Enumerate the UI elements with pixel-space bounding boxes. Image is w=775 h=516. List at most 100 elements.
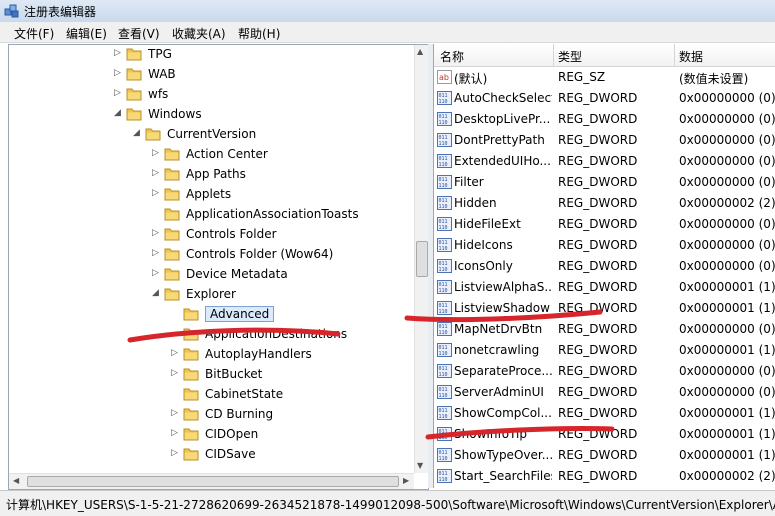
menu-item[interactable]: 收藏夹(A) (172, 25, 226, 42)
table-row[interactable]: 011 110 AutoCheckSelect REG_DWORD 0x00000000… (434, 88, 775, 109)
table-row[interactable]: 011 110 Filter REG_DWORD 0x00000000 (0) (434, 172, 775, 193)
binary-value-icon: 011110 (437, 259, 452, 273)
table-row[interactable]: 011 110 HideIcons REG_DWORD 0x00000000 (0) (434, 235, 775, 256)
value-type: REG_DWORD (558, 133, 638, 147)
value-data: 0x00000000 (0) (679, 364, 775, 378)
column-divider[interactable] (553, 44, 554, 66)
folder-open-icon (183, 308, 199, 321)
expand-arrow-icon[interactable]: ▷ (171, 428, 181, 438)
value-name: ListviewAlphaS... (454, 280, 552, 294)
value-name: SeparateProce... (454, 364, 552, 378)
tree-horizontal-scrollbar[interactable]: ◀ ▶ (9, 473, 414, 489)
table-row[interactable]: 011 110 IconsOnly REG_DWORD 0x00000000 (0) (434, 256, 775, 277)
table-row[interactable]: 011 110 SeparateProce... REG_DWORD 0x0000000… (434, 361, 775, 382)
collapse-arrow-icon[interactable]: ◢ (133, 128, 143, 138)
table-row[interactable]: 011 110 DesktopLivePr... REG_DWORD 0x0000000… (434, 109, 775, 130)
tree-vertical-scrollbar[interactable]: ▲ ▼ (414, 45, 428, 473)
tree-node-label: WAB (148, 67, 176, 81)
table-row[interactable]: 011 110 DontPrettyPath REG_DWORD 0x00000000 … (434, 130, 775, 151)
table-row[interactable]: 011 110 ShowInfoTip REG_DWORD 0x00000001 (1) (434, 424, 775, 445)
table-row[interactable]: 011 110 nonetcrawling REG_DWORD 0x00000001 (… (434, 340, 775, 361)
expand-arrow-icon[interactable]: ▷ (114, 68, 124, 78)
expand-arrow-icon[interactable]: ▷ (114, 88, 124, 98)
table-row[interactable]: 011 110 HideFileExt REG_DWORD 0x00000000 (0) (434, 214, 775, 235)
expand-arrow-icon[interactable]: ▷ (114, 48, 124, 58)
folder-icon (183, 388, 199, 401)
column-header-data[interactable]: 数据 (679, 48, 703, 65)
value-name: IconsOnly (454, 259, 513, 273)
binary-value-icon: 011110 (437, 112, 452, 126)
registry-key-tree[interactable]: ▷ TPG ▷ WAB ▷ wfs ◢ Windows ◢ CurrentVersion ▷ Acti… (8, 44, 429, 490)
binary-value-icon: 011110 (437, 322, 452, 336)
table-row[interactable]: 011 110 ListviewAlphaS... REG_DWORD 0x000000… (434, 277, 775, 298)
tree-vertical-scroll-thumb[interactable] (416, 241, 428, 277)
table-row[interactable]: 011 110 ServerAdminUI REG_DWORD 0x00000000 (… (434, 382, 775, 403)
table-row[interactable]: 011 110 Start_SearchFiles REG_DWORD 0x000000… (434, 466, 775, 487)
expand-arrow-icon[interactable]: ▷ (171, 368, 181, 378)
value-name: HideFileExt (454, 217, 521, 231)
value-type: REG_DWORD (558, 301, 638, 315)
expand-arrow-icon[interactable]: ▷ (152, 148, 162, 158)
folder-icon (164, 208, 180, 221)
tree-node-label: Explorer (186, 287, 236, 301)
scroll-down-arrow-icon[interactable]: ▼ (417, 461, 423, 470)
window-titlebar[interactable]: 注册表编辑器 (0, 0, 775, 23)
binary-value-icon: 011110 (437, 154, 452, 168)
string-value-icon: ab (437, 70, 452, 84)
expand-arrow-icon[interactable]: ▷ (171, 408, 181, 418)
table-row[interactable]: 011 110 Hidden REG_DWORD 0x00000002 (2) (434, 193, 775, 214)
value-type: REG_DWORD (558, 112, 638, 126)
registry-values-list[interactable]: 名称 类型 数据 ab (默认) REG_SZ (数值未设置) 011 110 AutoCh… (433, 44, 775, 488)
binary-value-icon: 011110 (437, 91, 452, 105)
scroll-up-arrow-icon[interactable]: ▲ (417, 47, 423, 56)
tree-node-label: CD Burning (205, 407, 274, 421)
binary-value-icon: 011110 (437, 238, 452, 252)
value-type: REG_DWORD (558, 196, 638, 210)
column-divider[interactable] (674, 44, 675, 66)
collapse-arrow-icon[interactable]: ◢ (114, 108, 124, 118)
collapse-arrow-icon[interactable]: ◢ (152, 288, 162, 298)
scroll-left-arrow-icon[interactable]: ◀ (13, 476, 19, 485)
list-header: 名称 类型 数据 (434, 44, 775, 67)
svg-text:110: 110 (439, 204, 448, 210)
menu-item[interactable]: 查看(V) (118, 25, 160, 42)
value-name: nonetcrawling (454, 343, 540, 357)
expand-arrow-icon[interactable]: ▷ (152, 188, 162, 198)
expand-arrow-icon[interactable]: ▷ (152, 228, 162, 238)
value-type: REG_DWORD (558, 91, 638, 105)
binary-value-icon: 011110 (437, 406, 452, 420)
scroll-right-arrow-icon[interactable]: ▶ (403, 476, 409, 485)
tree-node-label: Windows (148, 107, 202, 121)
value-type: REG_DWORD (558, 154, 638, 168)
folder-icon (183, 428, 199, 441)
tree-node-label: App Paths (186, 167, 246, 181)
column-header-type[interactable]: 类型 (558, 48, 582, 65)
status-bar: 计算机\HKEY_USERS\S-1-5-21-2728620699-26345… (0, 490, 775, 516)
expand-arrow-icon[interactable]: ▷ (152, 168, 162, 178)
value-name: Filter (454, 175, 484, 189)
folder-icon (164, 188, 180, 201)
table-row[interactable]: 011 110 ShowTypeOver... REG_DWORD 0x00000001… (434, 445, 775, 466)
table-row[interactable]: ab (默认) REG_SZ (数值未设置) (434, 67, 775, 88)
tree-node-label: Controls Folder (186, 227, 277, 241)
tree-node-label: CabinetState (205, 387, 284, 401)
value-name: DesktopLivePr... (454, 112, 551, 126)
menu-item[interactable]: 文件(F) (14, 25, 54, 42)
table-row[interactable]: 011 110 ShowCompCol... REG_DWORD 0x00000001 … (434, 403, 775, 424)
tree-horizontal-scroll-thumb[interactable] (27, 476, 399, 487)
menu-item[interactable]: 编辑(E) (66, 25, 107, 42)
table-row[interactable]: 011 110 ExtendedUIHo... REG_DWORD 0x00000000… (434, 151, 775, 172)
column-header-name[interactable]: 名称 (440, 48, 464, 65)
expand-arrow-icon[interactable]: ▷ (171, 448, 181, 458)
expand-arrow-icon[interactable]: ▷ (152, 268, 162, 278)
tree-node-label: CurrentVersion (167, 127, 257, 141)
tree-node-label: CIDSave (205, 447, 256, 461)
value-name: ShowInfoTip (454, 427, 528, 441)
value-data: 0x00000000 (0) (679, 322, 775, 336)
table-row[interactable]: 011 110 ListviewShadow REG_DWORD 0x00000001 … (434, 298, 775, 319)
menu-item[interactable]: 帮助(H) (238, 25, 280, 42)
table-row[interactable]: 011 110 MapNetDrvBtn REG_DWORD 0x00000000 (0… (434, 319, 775, 340)
window-title: 注册表编辑器 (24, 5, 97, 19)
expand-arrow-icon[interactable]: ▷ (152, 248, 162, 258)
expand-arrow-icon[interactable]: ▷ (171, 348, 181, 358)
